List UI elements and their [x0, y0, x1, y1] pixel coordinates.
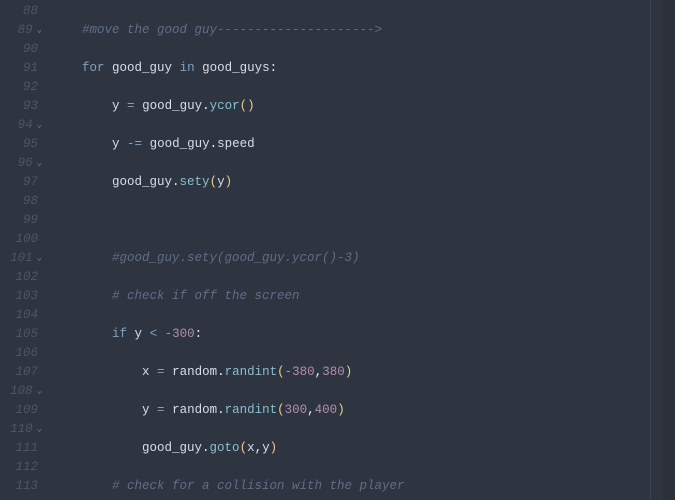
- code-line[interactable]: #move the good guy--------------------->: [52, 21, 675, 40]
- line-number: 109: [0, 401, 42, 420]
- line-number: 97: [0, 173, 42, 192]
- line-number: 90: [0, 40, 42, 59]
- line-number: 104: [0, 306, 42, 325]
- code-line[interactable]: good_guy.goto(x,y): [52, 439, 675, 458]
- code-line[interactable]: y -= good_guy.speed: [52, 135, 675, 154]
- ruler-line: [650, 0, 651, 500]
- line-number: 105: [0, 325, 42, 344]
- code-line[interactable]: if y < -300:: [52, 325, 675, 344]
- fold-marker-icon[interactable]: ⌄: [37, 116, 42, 135]
- code-area[interactable]: #move the good guy--------------------->…: [52, 0, 675, 500]
- line-number: 107: [0, 363, 42, 382]
- line-number: 92: [0, 78, 42, 97]
- fold-marker-icon[interactable]: ⌄: [37, 420, 42, 439]
- line-number: 91: [0, 59, 42, 78]
- line-number: 102: [0, 268, 42, 287]
- code-line[interactable]: x = random.randint(-380,380): [52, 363, 675, 382]
- line-number: 98: [0, 192, 42, 211]
- line-number: 95: [0, 135, 42, 154]
- code-line[interactable]: for good_guy in good_guys:: [52, 59, 675, 78]
- vertical-scrollbar[interactable]: [663, 0, 675, 500]
- code-line[interactable]: y = random.randint(300,400): [52, 401, 675, 420]
- code-line[interactable]: # check for a collision with the player: [52, 477, 675, 496]
- code-line[interactable]: # check if off the screen: [52, 287, 675, 306]
- line-number: 110⌄: [0, 420, 42, 439]
- line-number: 108⌄: [0, 382, 42, 401]
- code-line[interactable]: [52, 211, 675, 230]
- line-number: 89⌄: [0, 21, 42, 40]
- code-line[interactable]: y = good_guy.ycor(): [52, 97, 675, 116]
- line-number: 96⌄: [0, 154, 42, 173]
- code-line[interactable]: good_guy.sety(y): [52, 173, 675, 192]
- fold-marker-icon[interactable]: ⌄: [37, 249, 42, 268]
- line-number: 88: [0, 2, 42, 21]
- line-number: 111: [0, 439, 42, 458]
- line-number: 100: [0, 230, 42, 249]
- line-number: 99: [0, 211, 42, 230]
- line-number-gutter: 88 89⌄ 90 91 92 93 94⌄ 95 96⌄ 97 98 99 1…: [0, 0, 52, 500]
- code-editor[interactable]: 88 89⌄ 90 91 92 93 94⌄ 95 96⌄ 97 98 99 1…: [0, 0, 675, 500]
- code-line[interactable]: #good_guy.sety(good_guy.ycor()-3): [52, 249, 675, 268]
- line-number: 112: [0, 458, 42, 477]
- fold-marker-icon[interactable]: ⌄: [37, 21, 42, 40]
- line-number: 106: [0, 344, 42, 363]
- line-number: 94⌄: [0, 116, 42, 135]
- fold-marker-icon[interactable]: ⌄: [37, 154, 42, 173]
- line-number: 93: [0, 97, 42, 116]
- line-number: 103: [0, 287, 42, 306]
- line-number: 101⌄: [0, 249, 42, 268]
- fold-marker-icon[interactable]: ⌄: [37, 382, 42, 401]
- line-number: 113: [0, 477, 42, 496]
